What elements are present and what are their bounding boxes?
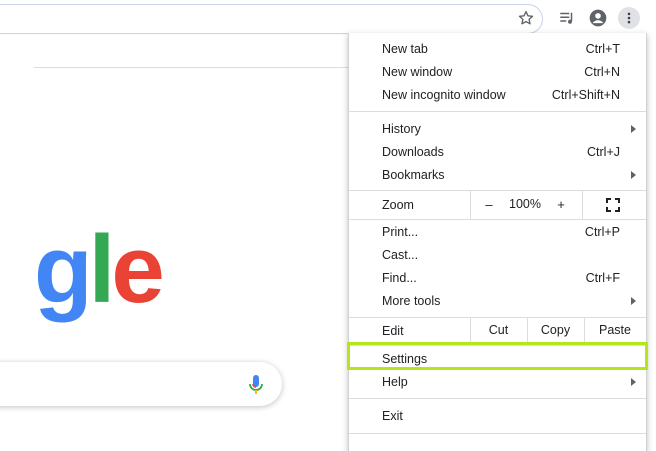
menu-item-label: Exit — [382, 409, 403, 423]
fullscreen-icon[interactable] — [606, 198, 620, 212]
zoom-divider — [470, 191, 471, 219]
submenu-arrow-icon — [631, 297, 636, 305]
menu-item-new-window[interactable]: New window Ctrl+N — [349, 61, 646, 84]
menu-item-label: New tab — [382, 42, 428, 56]
menu-item-edit: Edit Cut Copy Paste — [349, 317, 646, 345]
paste-button[interactable]: Paste — [584, 323, 646, 337]
menu-item-label: Cast... — [382, 248, 419, 262]
menu-separator — [349, 111, 646, 112]
search-input[interactable] — [0, 362, 282, 406]
menu-separator — [349, 345, 646, 346]
menu-item-shortcut: Ctrl+F — [585, 271, 620, 285]
menu-item-bookmarks[interactable]: Bookmarks — [349, 164, 646, 187]
copy-button[interactable]: Copy — [527, 323, 584, 337]
logo-letter-g: g — [34, 216, 93, 323]
menu-item-help[interactable]: Help — [349, 371, 646, 394]
menu-item-new-incognito[interactable]: New incognito window Ctrl+Shift+N — [349, 84, 646, 107]
star-icon[interactable] — [514, 6, 538, 30]
menu-item-label: History — [382, 122, 421, 136]
account-icon[interactable] — [586, 6, 610, 30]
menu-item-shortcut: Ctrl+J — [587, 145, 620, 159]
menu-item-label: Print... — [382, 225, 419, 239]
menu-item-label: Help — [382, 375, 408, 389]
browser-window: gle New tab Ctrl+T New window Ctrl+N New… — [0, 0, 656, 451]
zoom-out-button[interactable]: – — [481, 197, 497, 212]
reading-list-icon[interactable] — [555, 6, 579, 30]
submenu-arrow-icon — [631, 125, 636, 133]
menu-item-history[interactable]: History — [349, 118, 646, 141]
menu-item-shortcut: Ctrl+P — [584, 225, 620, 239]
menu-item-label: More tools — [382, 294, 441, 308]
menu-item-zoom: Zoom – 100% + — [349, 191, 646, 219]
menu-item-exit[interactable]: Exit — [349, 405, 646, 428]
menu-item-cast[interactable]: Cast... — [349, 244, 646, 267]
submenu-arrow-icon — [631, 378, 636, 386]
google-logo: gle — [34, 222, 165, 318]
chrome-app-menu: New tab Ctrl+T New window Ctrl+N New inc… — [348, 33, 647, 451]
menu-icon[interactable] — [618, 7, 640, 29]
menu-item-print[interactable]: Print... Ctrl+P — [349, 221, 646, 244]
address-bar[interactable] — [0, 4, 543, 34]
menu-item-find[interactable]: Find... Ctrl+F — [349, 267, 646, 290]
menu-item-label: Downloads — [382, 145, 444, 159]
menu-item-settings[interactable]: Settings — [349, 348, 646, 371]
zoom-level: 100% — [509, 197, 541, 211]
menu-item-label: Edit — [382, 324, 404, 338]
page-divider — [34, 67, 374, 68]
menu-separator — [349, 219, 646, 220]
menu-item-label: Bookmarks — [382, 168, 445, 182]
menu-item-label: Zoom — [382, 198, 414, 212]
submenu-arrow-icon — [631, 171, 636, 179]
menu-item-downloads[interactable]: Downloads Ctrl+J — [349, 141, 646, 164]
menu-item-label: Settings — [382, 352, 428, 366]
microphone-icon[interactable] — [246, 374, 266, 396]
logo-letter-l: l — [88, 216, 116, 323]
zoom-divider — [582, 191, 583, 219]
zoom-in-button[interactable]: + — [553, 197, 569, 212]
menu-item-label: New window — [382, 65, 453, 79]
menu-item-shortcut: Ctrl+N — [584, 65, 620, 79]
menu-item-shortcut: Ctrl+Shift+N — [551, 88, 620, 102]
menu-item-shortcut: Ctrl+T — [585, 42, 620, 56]
menu-item-label: New incognito window — [382, 88, 506, 102]
menu-item-new-tab[interactable]: New tab Ctrl+T — [349, 38, 646, 61]
browser-toolbar — [0, 0, 656, 34]
menu-separator — [349, 398, 646, 399]
menu-separator — [349, 433, 646, 434]
cut-button[interactable]: Cut — [470, 323, 527, 337]
menu-item-more-tools[interactable]: More tools — [349, 290, 646, 313]
logo-letter-e: e — [111, 216, 164, 323]
menu-item-label: Find... — [382, 271, 417, 285]
